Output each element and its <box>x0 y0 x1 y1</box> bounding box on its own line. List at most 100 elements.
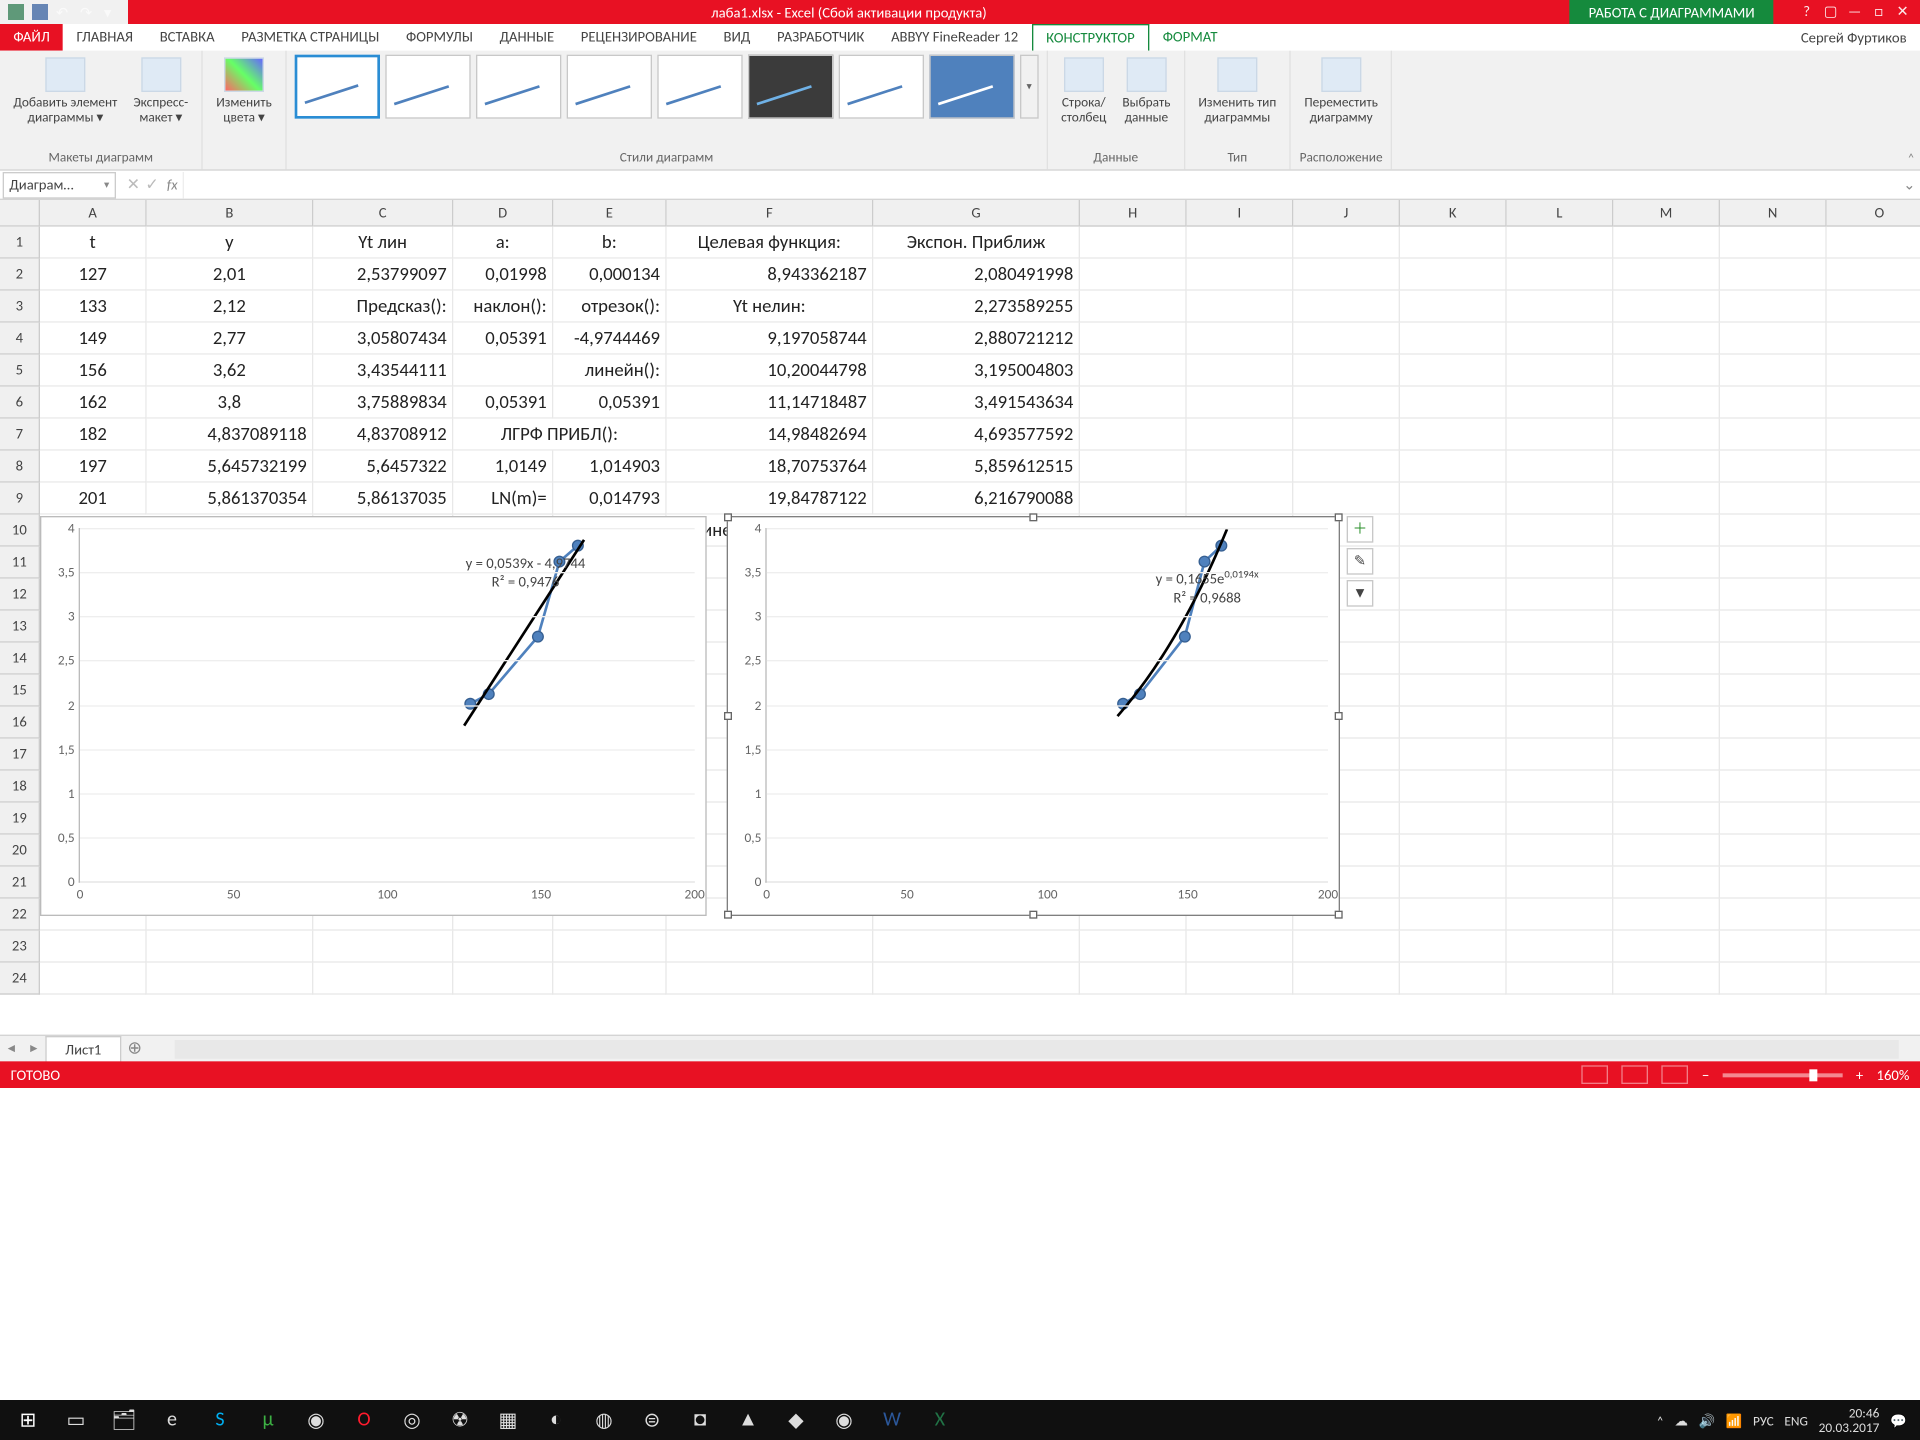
cell-D9[interactable]: LN(m)= <box>453 483 553 515</box>
chart-linear[interactable]: 00,511,522,533,54050100150200 y = 0,0539… <box>40 516 707 916</box>
tab-file[interactable]: ФАЙЛ <box>0 24 63 51</box>
col-header-B[interactable]: B <box>147 200 314 227</box>
row-header-19[interactable]: 19 <box>0 803 40 835</box>
col-header-I[interactable]: I <box>1187 200 1294 227</box>
cell-C9[interactable]: 5,86137035 <box>313 483 453 515</box>
row-header-4[interactable]: 4 <box>0 323 40 355</box>
cell-A7[interactable]: 182 <box>40 419 147 451</box>
cell-F1[interactable]: Целевая функция: <box>667 227 874 259</box>
undo-icon[interactable]: ↶ <box>56 4 72 20</box>
cell-G5[interactable]: 3,195004803 <box>873 355 1080 387</box>
row-header-7[interactable]: 7 <box>0 419 40 451</box>
col-header-K[interactable]: K <box>1400 200 1507 227</box>
tab-review[interactable]: РЕЦЕНЗИРОВАНИЕ <box>567 24 710 51</box>
col-header-G[interactable]: G <box>873 200 1080 227</box>
chart-style-2[interactable] <box>385 55 470 119</box>
tab-abbyy[interactable]: ABBYY FineReader 12 <box>878 24 1032 51</box>
chart-styles-gallery[interactable]: ▾ <box>294 55 1038 119</box>
cell-D5[interactable] <box>453 355 553 387</box>
cell-D1[interactable]: a: <box>453 227 553 259</box>
col-header-J[interactable]: J <box>1293 200 1400 227</box>
cell-G4[interactable]: 2,880721212 <box>873 323 1080 355</box>
cell-E9[interactable]: 0,014793 <box>553 483 666 515</box>
cell-C2[interactable]: 2,53799097 <box>313 259 453 291</box>
cell-G6[interactable]: 3,491543634 <box>873 387 1080 419</box>
cell-A8[interactable]: 197 <box>40 451 147 483</box>
cell-G1[interactable]: Экспон. Приближ <box>873 227 1080 259</box>
tab-insert[interactable]: ВСТАВКА <box>146 24 228 51</box>
chart-filter-button[interactable]: ▼ <box>1347 580 1374 607</box>
cell-A4[interactable]: 149 <box>40 323 147 355</box>
cell-F8[interactable]: 18,70753764 <box>667 451 874 483</box>
chart-style-5[interactable] <box>657 55 742 119</box>
row-header-17[interactable]: 17 <box>0 739 40 771</box>
formula-input[interactable] <box>183 171 1899 198</box>
cell-E4[interactable]: -4,9744469 <box>553 323 666 355</box>
row-header-1[interactable]: 1 <box>0 227 40 259</box>
cell-B3[interactable]: 2,12 <box>147 291 314 323</box>
cell-G2[interactable]: 2,080491998 <box>873 259 1080 291</box>
col-header-A[interactable]: A <box>40 200 147 227</box>
row-header-22[interactable]: 22 <box>0 899 40 931</box>
add-chart-element-button[interactable]: Добавить элементдиаграммы ▾ <box>8 55 123 127</box>
cell-A5[interactable]: 156 <box>40 355 147 387</box>
tab-page-layout[interactable]: РАЗМЕТКА СТРАНИЦЫ <box>228 24 393 51</box>
move-chart-button[interactable]: Переместитьдиаграмму <box>1299 55 1383 127</box>
view-normal-button[interactable] <box>1582 1065 1609 1084</box>
close-icon[interactable]: ✕ <box>1893 3 1912 22</box>
zoom-in-button[interactable]: + <box>1856 1066 1863 1083</box>
cell-F5[interactable]: 10,20044798 <box>667 355 874 387</box>
row-header-24[interactable]: 24 <box>0 963 40 995</box>
row-header-14[interactable]: 14 <box>0 643 40 675</box>
col-header-D[interactable]: D <box>453 200 553 227</box>
chart-style-6[interactable] <box>748 55 833 119</box>
tab-view[interactable]: ВИД <box>710 24 764 51</box>
row-header-20[interactable]: 20 <box>0 835 40 867</box>
maximize-icon[interactable]: □ <box>1869 3 1888 22</box>
col-header-F[interactable]: F <box>667 200 874 227</box>
horizontal-scrollbar[interactable] <box>175 1039 1899 1058</box>
cell-B1[interactable]: y <box>147 227 314 259</box>
chart-styles-button[interactable]: ✎ <box>1347 548 1374 575</box>
row-header-23[interactable]: 23 <box>0 931 40 963</box>
row-header-3[interactable]: 3 <box>0 291 40 323</box>
row-header-2[interactable]: 2 <box>0 259 40 291</box>
change-colors-button[interactable]: Изменитьцвета ▾ <box>211 55 277 127</box>
help-icon[interactable]: ? <box>1797 3 1816 22</box>
cell-F9[interactable]: 19,84787122 <box>667 483 874 515</box>
cell-A1[interactable]: t <box>40 227 147 259</box>
change-chart-type-button[interactable]: Изменить типдиаграммы <box>1193 55 1282 127</box>
worksheet-grid[interactable]: ABCDEFGHIJKLMNO 123456789101112131415161… <box>0 200 1920 1035</box>
chart-nonlinear[interactable]: 00,511,522,533,54050100150200 y = 0,1655… <box>727 516 1340 916</box>
col-header-C[interactable]: C <box>313 200 453 227</box>
col-header-L[interactable]: L <box>1507 200 1614 227</box>
cell-F3[interactable]: Yt нелин: <box>667 291 874 323</box>
sheet-nav-prev[interactable]: ◄ <box>0 1041 23 1056</box>
chart-style-3[interactable] <box>476 55 561 119</box>
sheet-nav-next[interactable]: ► <box>23 1041 46 1056</box>
cell-A9[interactable]: 201 <box>40 483 147 515</box>
tab-home[interactable]: ГЛАВНАЯ <box>63 24 146 51</box>
cell-E1[interactable]: b: <box>553 227 666 259</box>
row-header-18[interactable]: 18 <box>0 771 40 803</box>
row-header-9[interactable]: 9 <box>0 483 40 515</box>
chart-style-8[interactable] <box>929 55 1014 119</box>
tab-chart-format[interactable]: ФОРМАТ <box>1149 24 1230 51</box>
qat-more-icon[interactable]: ▾ <box>104 4 120 20</box>
zoom-out-button[interactable]: − <box>1702 1066 1709 1083</box>
cell-B2[interactable]: 2,01 <box>147 259 314 291</box>
row-header-13[interactable]: 13 <box>0 611 40 643</box>
tab-chart-design[interactable]: КОНСТРУКТОР <box>1031 24 1149 51</box>
enter-formula-icon[interactable]: ✓ <box>145 175 158 195</box>
switch-row-col-button[interactable]: Строка/столбец <box>1056 55 1112 127</box>
cell-D2[interactable]: 0,01998 <box>453 259 553 291</box>
cell-G3[interactable]: 2,273589255 <box>873 291 1080 323</box>
cell-B5[interactable]: 3,62 <box>147 355 314 387</box>
cell-B6[interactable]: 3,8 <box>147 387 314 419</box>
row-header-5[interactable]: 5 <box>0 355 40 387</box>
cell-F4[interactable]: 9,197058744 <box>667 323 874 355</box>
cell-C1[interactable]: Yt лин <box>313 227 453 259</box>
cell-A2[interactable]: 127 <box>40 259 147 291</box>
tab-developer[interactable]: РАЗРАБОТЧИК <box>764 24 878 51</box>
cell-E5[interactable]: линейн(): <box>553 355 666 387</box>
